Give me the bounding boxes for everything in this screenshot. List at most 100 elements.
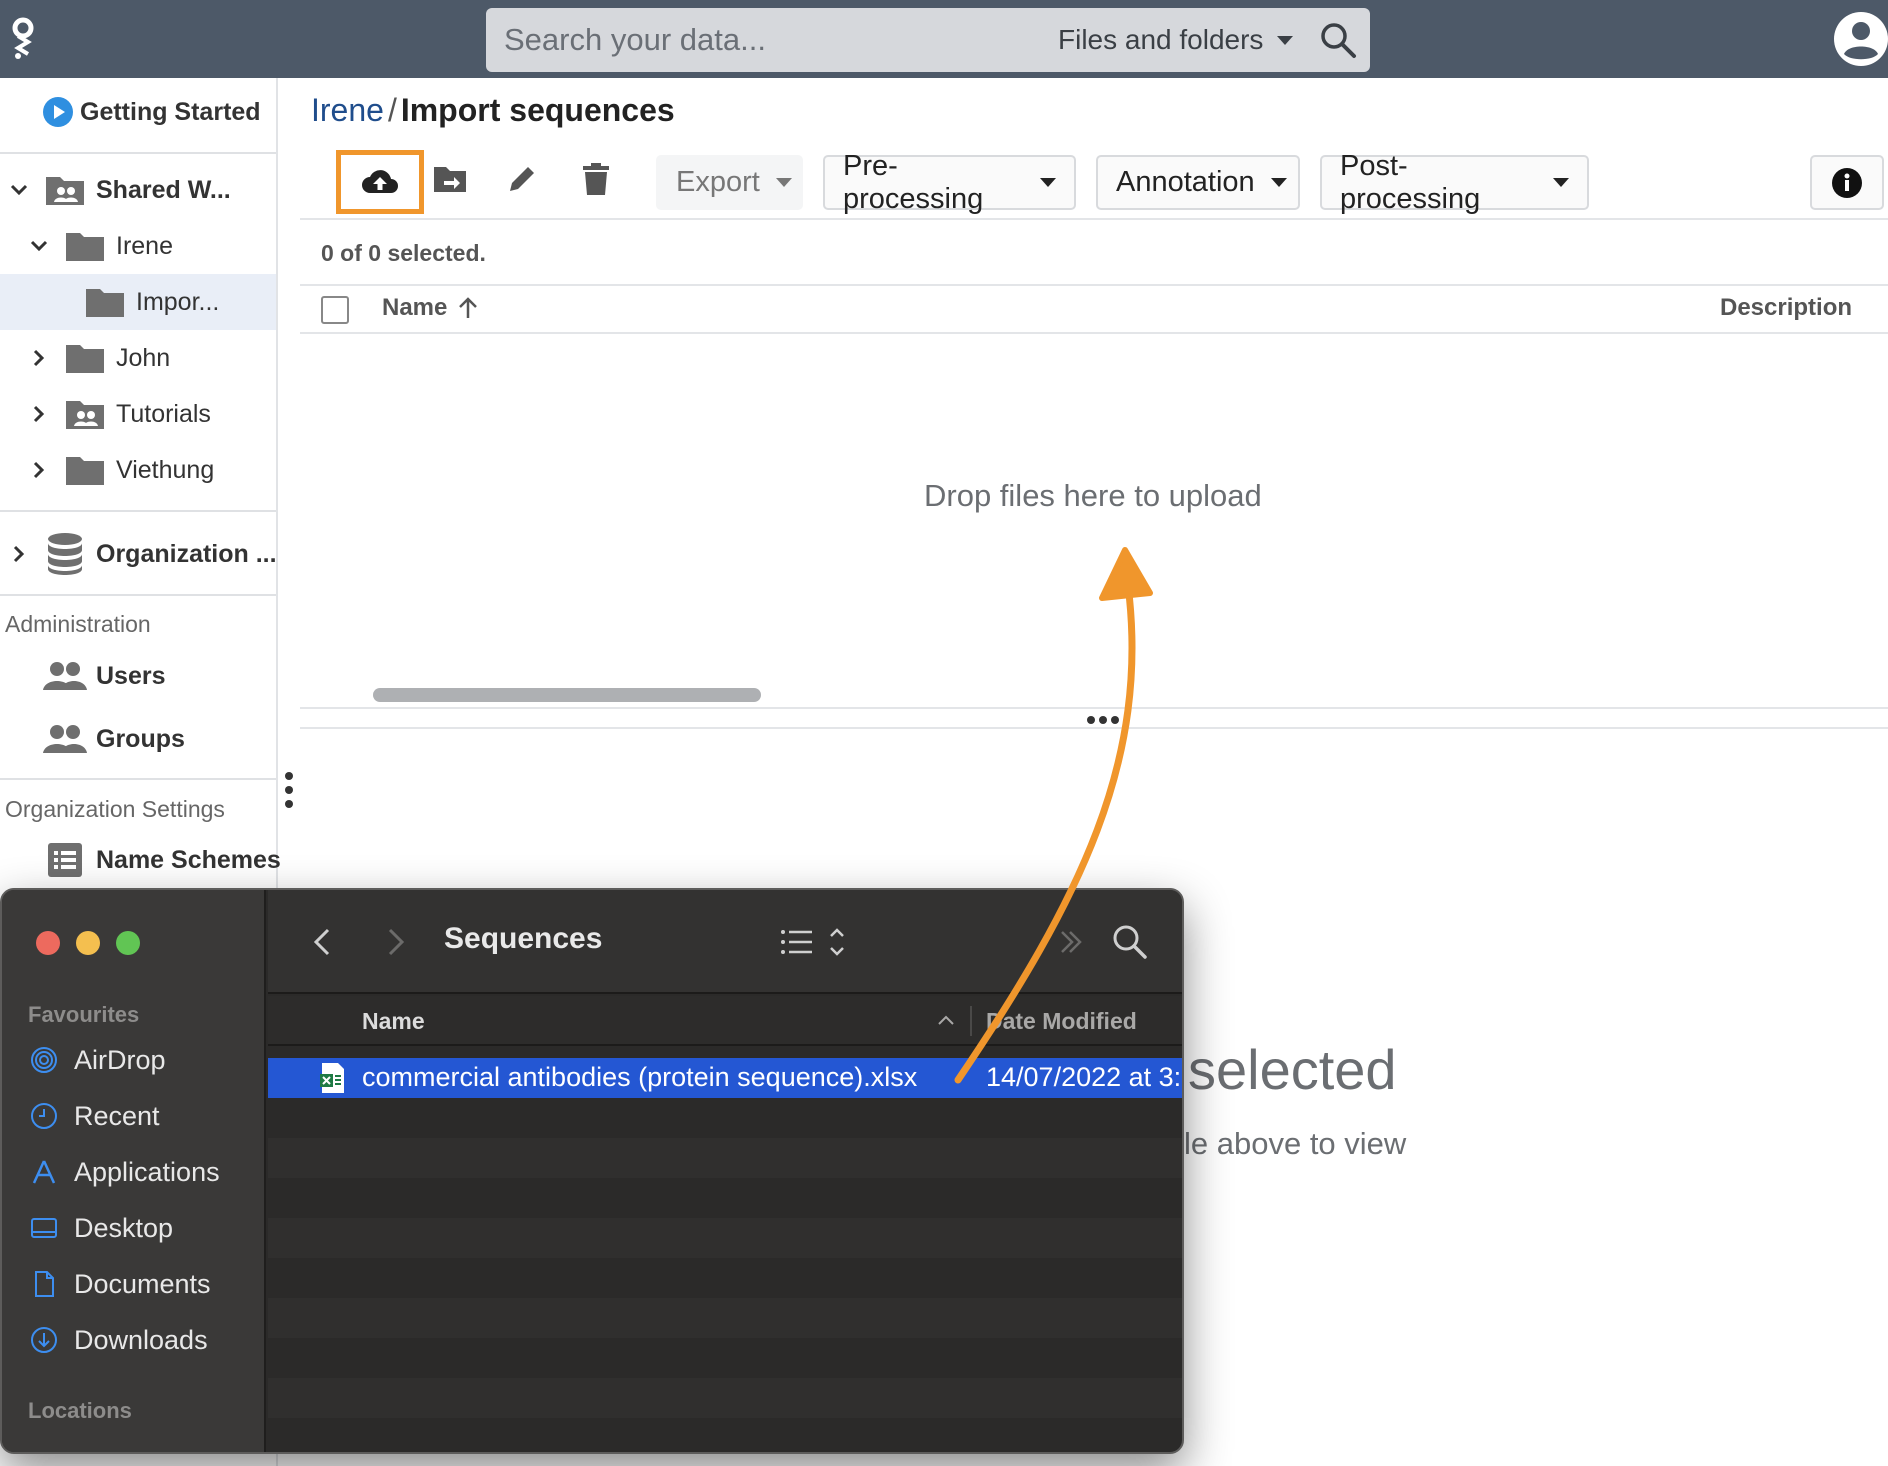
export-dropdown[interactable]: Export (656, 155, 803, 210)
finder-sidebar-applications[interactable]: Applications (30, 1152, 220, 1192)
sidebar-divider (0, 594, 276, 596)
sidebar-divider (0, 778, 276, 780)
breadcrumb-link-irene[interactable]: Irene (311, 92, 384, 129)
column-header-name[interactable]: Name (382, 294, 479, 322)
finder-section-locations: Locations (28, 1398, 132, 1423)
finder-empty-row (268, 1098, 1182, 1138)
sidebar-item-name-schemes[interactable]: Name Schemes (0, 832, 281, 888)
sidebar-item-viethung[interactable]: Viethung (0, 442, 276, 498)
delete-button[interactable] (564, 150, 628, 208)
finder-empty-row (268, 1298, 1182, 1338)
sidebar-resize-handle[interactable] (284, 770, 294, 810)
search-scope-dropdown[interactable]: Files and folders (1058, 8, 1294, 72)
chevron-right-icon[interactable] (28, 347, 50, 369)
split-resize-handle[interactable] (1085, 712, 1121, 728)
pencil-icon (510, 167, 534, 191)
view-options-icon[interactable] (780, 926, 846, 958)
sort-ascending-icon (459, 297, 478, 318)
folder-move-icon (434, 167, 466, 192)
close-window-button[interactable] (36, 931, 60, 955)
sort-up-icon (938, 1015, 954, 1025)
finder-sidebar-desktop[interactable]: Desktop (30, 1208, 173, 1248)
finder-empty-row (268, 1418, 1182, 1452)
sidebar-item-organization[interactable]: Organization ... (0, 526, 277, 582)
preprocessing-dropdown[interactable]: Pre-processing (823, 150, 1076, 215)
finder-file-row[interactable]: commercial antibodies (protein sequence)… (268, 1058, 1182, 1098)
more-chevrons-icon[interactable] (1056, 926, 1086, 958)
finder-window: Favourites AirDrop Recent Applications D… (0, 888, 1184, 1454)
list-icon (48, 843, 82, 877)
cloud-upload-icon (362, 170, 398, 193)
play-circle-icon (43, 97, 73, 127)
user-avatar-icon[interactable] (1832, 10, 1888, 68)
sidebar-item-label: Tutorials (116, 399, 211, 428)
forward-icon[interactable] (378, 924, 410, 960)
info-button[interactable] (1810, 155, 1884, 210)
back-icon[interactable] (308, 924, 340, 960)
finder-sidebar-downloads[interactable]: Downloads (30, 1320, 208, 1360)
move-to-folder-button[interactable] (418, 150, 482, 208)
top-bar: Files and folders (0, 0, 1888, 78)
database-icon (48, 533, 82, 575)
split-divider (300, 707, 1888, 709)
sidebar-item-users[interactable]: Users (0, 648, 276, 704)
chevron-right-icon[interactable] (28, 459, 50, 481)
chevron-right-icon[interactable] (28, 403, 50, 425)
postprocessing-label: Post-processing (1340, 149, 1481, 215)
sidebar-item-import-sequences[interactable]: Impor... (0, 274, 276, 330)
search-icon[interactable] (1318, 20, 1358, 60)
chevron-right-icon[interactable] (8, 543, 30, 565)
finder-column-name[interactable]: Name (362, 1008, 425, 1035)
caret-down-icon (1270, 178, 1287, 187)
finder-sidebar-airdrop[interactable]: AirDrop (30, 1040, 166, 1080)
annotation-label: Annotation (1116, 166, 1255, 198)
search-input[interactable] (504, 8, 1024, 72)
sidebar-item-shared-workspace[interactable]: Shared W... (0, 162, 276, 218)
sidebar-item-label: Groups (96, 724, 185, 753)
horizontal-scrollbar[interactable] (373, 688, 761, 702)
sidebar-item-label: John (116, 343, 171, 372)
finder-column-separator (970, 1006, 972, 1036)
sidebar-item-getting-started[interactable]: Getting Started (0, 84, 276, 140)
minimize-window-button[interactable] (76, 931, 100, 955)
finder-column-date-modified[interactable]: Date Modified (986, 1008, 1137, 1035)
page-title: Import sequences (400, 92, 675, 128)
sidebar-item-tutorials[interactable]: Tutorials (0, 386, 276, 442)
search-scope-label: Files and folders (1058, 24, 1264, 55)
desktop-icon (31, 1218, 57, 1238)
finder-sidebar-documents[interactable]: Documents (30, 1264, 211, 1304)
column-header-description[interactable]: Description (1720, 294, 1852, 322)
maximize-window-button[interactable] (116, 931, 140, 955)
upload-button[interactable] (336, 150, 424, 214)
groups-icon (43, 725, 87, 753)
preprocessing-label: Pre-processing (843, 149, 984, 215)
finder-sidebar-recent[interactable]: Recent (30, 1096, 160, 1136)
section-heading-organization-settings: Organization Settings (5, 796, 225, 822)
excel-file-icon (320, 1063, 344, 1093)
sidebar-item-john[interactable]: John (0, 330, 276, 386)
chevron-down-icon[interactable] (28, 235, 50, 257)
finder-section-favourites: Favourites (28, 1002, 140, 1027)
sidebar-item-irene[interactable]: Irene (0, 218, 276, 274)
caret-down-icon (1040, 178, 1056, 187)
app-logo-icon[interactable] (8, 14, 38, 62)
folder-icon (66, 233, 104, 261)
annotation-dropdown[interactable]: Annotation (1096, 155, 1300, 210)
chevron-down-icon[interactable] (8, 179, 30, 201)
sidebar-divider (0, 510, 276, 512)
search-icon[interactable] (1112, 924, 1148, 960)
finder-sidebar-label: Recent (74, 1100, 160, 1131)
finder-content: Sequences Name Date Modified commercial … (268, 890, 1182, 1452)
sidebar-item-groups[interactable]: Groups (0, 711, 276, 767)
finder-empty-row (268, 1138, 1182, 1178)
applications-icon (32, 1160, 56, 1184)
sidebar-item-label: Name Schemes (96, 845, 281, 874)
rename-button[interactable] (490, 150, 554, 208)
document-icon (35, 1271, 54, 1297)
folder-icon (66, 345, 104, 373)
finder-sidebar-label: Applications (74, 1156, 220, 1187)
section-heading-administration: Administration (5, 611, 151, 637)
select-all-checkbox[interactable] (321, 296, 349, 324)
export-label: Export (676, 166, 760, 198)
postprocessing-dropdown[interactable]: Post-processing (1320, 150, 1589, 215)
